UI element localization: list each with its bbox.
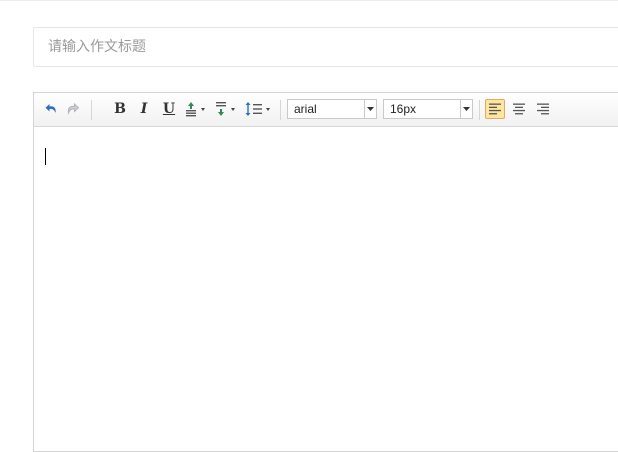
align-right-button[interactable] [533,99,553,119]
italic-icon: I [140,101,148,117]
align-left-button[interactable] [485,99,505,119]
align-center-icon [513,103,525,115]
redo-icon [67,102,80,115]
underline-icon: U [162,101,176,117]
font-size-dropdown[interactable] [460,100,472,118]
line-height-icon [245,102,270,116]
toolbar-separator [479,100,480,120]
top-divider [0,0,618,1]
bold-icon: B [114,101,126,117]
font-color-icon [186,102,205,117]
undo-button[interactable] [42,99,60,119]
font-family-select[interactable]: arial [287,99,377,119]
chevron-down-icon [463,106,470,111]
text-caret [45,148,46,165]
editor-content-area[interactable] [34,127,618,452]
bold-button[interactable]: B [110,99,130,119]
essay-title-input[interactable] [33,27,618,67]
align-center-button[interactable] [509,99,529,119]
toolbar-separator [91,100,92,120]
chevron-down-icon [367,106,374,111]
align-left-icon [489,103,501,115]
line-height-button[interactable] [244,99,274,119]
essay-editor-page: B I U [0,0,618,452]
redo-button[interactable] [64,99,82,119]
font-family-value: arial [294,102,317,116]
italic-button[interactable]: I [134,99,154,119]
rich-text-editor: B I U arial 16px [33,92,618,452]
align-right-icon [537,103,549,115]
underline-button[interactable]: U [159,99,179,119]
font-size-select[interactable]: 16px [383,99,473,119]
toolbar-separator [280,100,281,120]
editor-toolbar: B I U arial 16px [34,93,618,127]
font-color-button[interactable] [184,99,210,119]
font-family-dropdown[interactable] [364,100,376,118]
paragraph-spacing-button[interactable] [214,99,240,119]
font-size-value: 16px [390,102,417,116]
undo-icon [45,104,56,113]
paragraph-spacing-icon [216,102,235,116]
